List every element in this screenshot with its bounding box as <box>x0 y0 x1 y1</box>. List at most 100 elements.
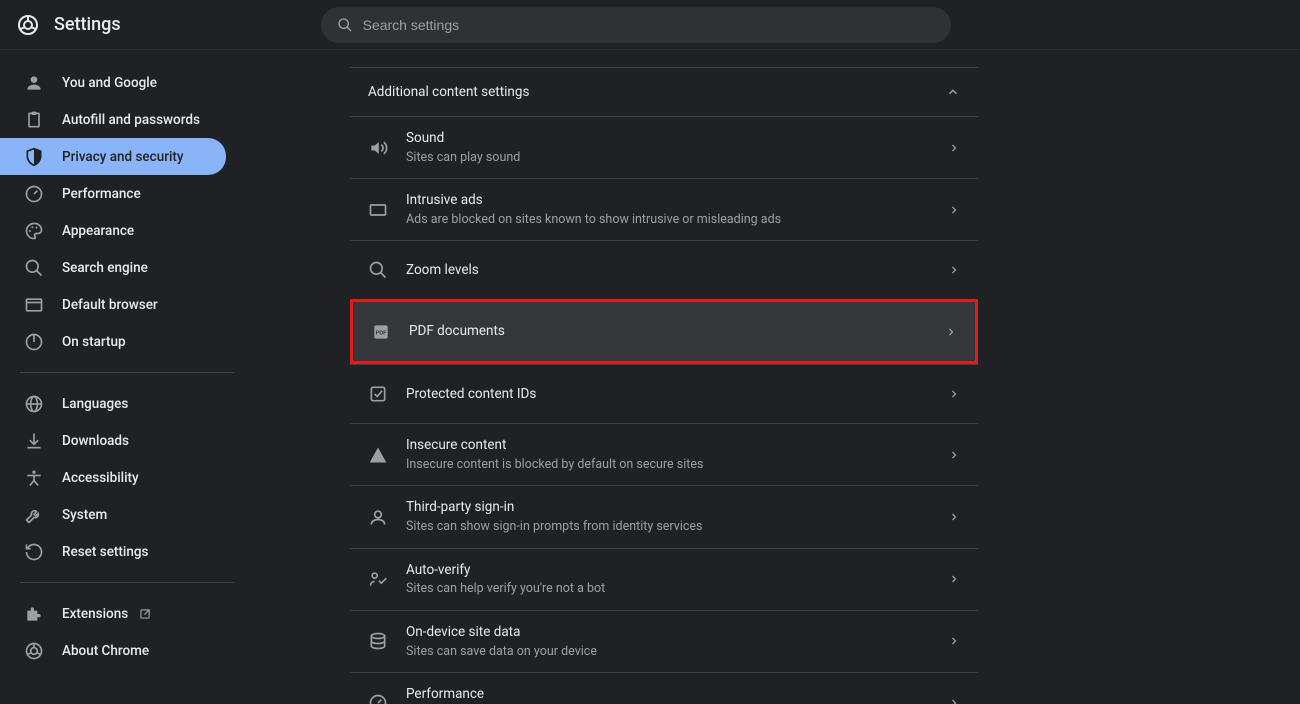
sidebar-item-downloads[interactable]: Downloads <box>0 422 226 459</box>
setting-row-sound[interactable]: Sound Sites can play sound <box>350 116 978 178</box>
page-title: Settings <box>54 14 121 35</box>
sidebar-item-autofill[interactable]: Autofill and passwords <box>0 101 226 138</box>
sidebar-item-label: Default browser <box>62 297 158 313</box>
setting-row-auto-verify[interactable]: Auto-verifySites can help verify you're … <box>350 548 978 610</box>
sidebar-item-label: Languages <box>62 396 128 412</box>
row-title: Protected content IDs <box>406 385 940 404</box>
search-icon <box>24 258 44 278</box>
puzzle-icon <box>24 604 44 624</box>
sidebar-item-label: On startup <box>62 334 126 350</box>
setting-row-perf[interactable]: PerformanceManage sites that will always… <box>350 672 978 704</box>
chevron-right-icon <box>948 511 960 523</box>
chevron-up-icon <box>946 85 960 99</box>
palette-icon <box>24 221 44 241</box>
sidebar-item-label: Reset settings <box>62 544 148 560</box>
setting-row-intrusive-ads[interactable]: Intrusive ads Ads are blocked on sites kn… <box>350 178 978 240</box>
row-subtitle: Insecure content is blocked by default o… <box>406 457 940 473</box>
sidebar-item-label: Autofill and passwords <box>62 112 200 128</box>
sidebar-item-reset[interactable]: Reset settings <box>0 533 226 570</box>
row-title: On-device site data <box>406 623 940 642</box>
ads-icon <box>368 200 388 220</box>
checkbox-icon <box>368 384 388 404</box>
download-icon <box>24 431 44 451</box>
sidebar-item-extensions[interactable]: Extensions <box>0 595 226 632</box>
verify-icon <box>368 569 388 589</box>
setting-row-protected[interactable]: Protected content IDs <box>350 364 978 423</box>
browser-icon <box>24 295 44 315</box>
row-title: Insecure content <box>406 436 940 455</box>
history-icon <box>24 542 44 562</box>
chevron-right-icon <box>948 635 960 647</box>
divider <box>20 582 234 583</box>
sidebar-item-performance[interactable]: Performance <box>0 175 226 212</box>
setting-row-site-data[interactable]: On-device site data Sites can save data o… <box>350 610 978 672</box>
sidebar-item-label: Performance <box>62 186 141 202</box>
section-header-additional[interactable]: Additional content settings <box>350 67 978 116</box>
sound-icon <box>368 138 388 158</box>
sidebar: You and Google Autofill and passwords Priv… <box>0 50 250 704</box>
search-icon <box>337 17 353 33</box>
sidebar-item-label: About Chrome <box>62 643 149 659</box>
row-subtitle: Sites can save data on your device <box>406 644 940 660</box>
speed-icon <box>24 184 44 204</box>
power-icon <box>24 332 44 352</box>
chevron-right-icon <box>948 204 960 216</box>
shield-icon <box>24 147 44 167</box>
sidebar-item-label: Privacy and security <box>62 149 184 165</box>
section-title: Additional content settings <box>368 84 529 100</box>
wrench-icon <box>24 505 44 525</box>
divider <box>20 372 234 373</box>
sidebar-item-on-startup[interactable]: On startup <box>0 323 226 360</box>
search-icon <box>368 260 388 280</box>
sidebar-item-search-engine[interactable]: Search engine <box>0 249 226 286</box>
chrome-icon <box>24 641 44 661</box>
row-subtitle: Sites can play sound <box>406 150 940 166</box>
sidebar-item-about[interactable]: About Chrome <box>0 632 226 669</box>
sidebar-item-you-and-google[interactable]: You and Google <box>0 64 226 101</box>
app-header: Settings <box>0 0 1300 50</box>
search-container[interactable] <box>321 7 951 43</box>
sidebar-item-label: Accessibility <box>62 470 139 486</box>
row-title: PDF documents <box>409 322 937 341</box>
chevron-right-icon <box>948 573 960 585</box>
chevron-right-icon <box>948 697 960 704</box>
chrome-icon <box>16 13 40 37</box>
person-icon <box>24 73 44 93</box>
sidebar-item-label: Appearance <box>62 223 134 239</box>
chevron-right-icon <box>948 449 960 461</box>
sidebar-item-system[interactable]: System <box>0 496 226 533</box>
sidebar-item-languages[interactable]: Languages <box>0 385 226 422</box>
pdf-icon <box>371 322 391 342</box>
row-title: Zoom levels <box>406 261 940 280</box>
sidebar-item-privacy[interactable]: Privacy and security <box>0 138 226 175</box>
speed-icon <box>368 693 388 704</box>
sidebar-item-label: Search engine <box>62 260 148 276</box>
sidebar-item-label: You and Google <box>62 75 157 91</box>
clipboard-icon <box>24 110 44 130</box>
sidebar-item-default-browser[interactable]: Default browser <box>0 286 226 323</box>
a11y-icon <box>24 468 44 488</box>
row-title: Sound <box>406 129 940 148</box>
chevron-right-icon <box>945 326 957 338</box>
setting-row-pdf[interactable]: PDF documents <box>353 302 975 361</box>
userbadge-icon <box>368 507 388 527</box>
sidebar-item-label: System <box>62 507 107 523</box>
row-title: Performance <box>406 685 940 704</box>
row-subtitle: Ads are blocked on sites known to show i… <box>406 212 940 228</box>
row-subtitle: Sites can show sign-in prompts from iden… <box>406 519 940 535</box>
row-title: Third-party sign-in <box>406 498 940 517</box>
search-input[interactable] <box>363 17 935 33</box>
sidebar-item-accessibility[interactable]: Accessibility <box>0 459 226 496</box>
setting-row-zoom[interactable]: Zoom levels <box>350 240 978 299</box>
setting-row-third-party[interactable]: Third-party sign-in Sites can show sign-i… <box>350 485 978 547</box>
chevron-right-icon <box>948 388 960 400</box>
sidebar-item-label: Downloads <box>62 433 129 449</box>
sidebar-item-label: Extensions <box>62 606 128 622</box>
setting-row-insecure[interactable]: Insecure content Insecure content is bloc… <box>350 423 978 485</box>
row-title: Auto-verify <box>406 561 940 580</box>
warning-icon <box>368 445 388 465</box>
main-content: Additional content settings Sound Sites c… <box>250 50 1300 704</box>
chevron-right-icon <box>948 142 960 154</box>
row-title: Intrusive ads <box>406 191 940 210</box>
sidebar-item-appearance[interactable]: Appearance <box>0 212 226 249</box>
